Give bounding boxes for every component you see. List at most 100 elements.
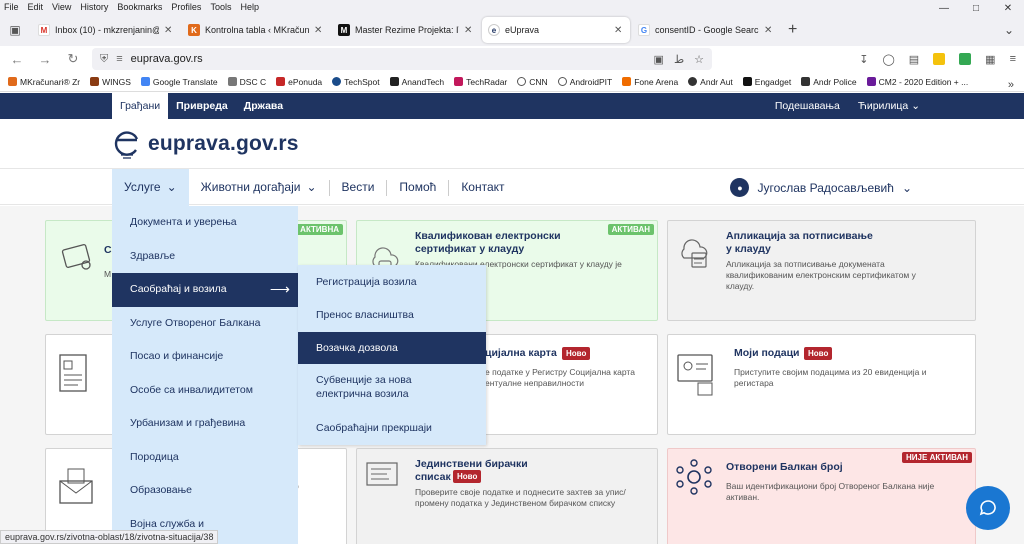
service-card[interactable]: Отворени Балкан број НИЈЕ АКТИВАН Ваш ид… [667, 448, 976, 544]
dropdown-item-health[interactable]: Здравље [112, 240, 298, 274]
settings-link[interactable]: Подешавања [775, 93, 840, 119]
extensions-icon[interactable]: ▦ [985, 53, 995, 66]
dropdown-item-open-balkan[interactable]: Услуге Отвореног Балкана [112, 307, 298, 341]
dropdown-item-traffic[interactable]: Саобраћај и возила ⟶ [112, 273, 298, 307]
bookmark-item[interactable]: MKračunari® Zr [8, 77, 80, 87]
new-tab-icon[interactable]: + [788, 21, 797, 39]
tab-business[interactable]: Привреда [168, 93, 236, 119]
menu-history[interactable]: History [80, 0, 108, 14]
chevron-down-icon[interactable]: ⌄ [1004, 23, 1014, 37]
bookmark-item[interactable]: WINGS [90, 77, 131, 87]
bookmark-item[interactable]: AndroidPIT [557, 77, 612, 87]
bookmark-item[interactable]: Engadget [742, 77, 791, 87]
tab-google[interactable]: G consentID - Google Search ✕ [632, 17, 780, 43]
service-card[interactable]: Јединствени бирачки списак Ново Проверит… [356, 448, 658, 544]
user-menu[interactable]: ● Југослав Радосављевић ⌄ [730, 178, 912, 197]
dropdown-item-family[interactable]: Породица [112, 441, 298, 475]
bookmark-favicon [8, 77, 17, 86]
bookmarks-overflow-icon[interactable]: » [1008, 79, 1014, 91]
service-card[interactable]: Моји подаци Ново Приступите својим подац… [667, 334, 976, 435]
submenu-item-ev-subsidies[interactable]: Субвенције за нова електрична возила [298, 364, 486, 410]
tab-list-icon[interactable]: ▣ [4, 19, 26, 41]
status-badge: АКТИВАН [607, 224, 654, 235]
menu-help[interactable]: Help [240, 0, 259, 14]
close-tab-icon[interactable]: ✕ [614, 25, 624, 36]
status-bar: euprava.gov.rs/zivotna-oblast/18/zivotna… [0, 530, 219, 544]
address-bar[interactable]: ⛨ ≡ euprava.gov.rs ▣ ﻁ ☆ [92, 48, 712, 70]
bookmark-item[interactable]: Andr Police [801, 77, 857, 87]
reload-icon[interactable]: ↻ [64, 51, 82, 67]
tab-bar: ▣ M Inbox (10) - mkzrenjanin@gmail. ✕ K … [0, 14, 1024, 46]
account-icon[interactable]: ◯ [882, 53, 894, 66]
reader-icon[interactable]: ▤ [909, 53, 919, 66]
close-tab-icon[interactable]: ✕ [764, 25, 774, 36]
bookmark-item[interactable]: CM2 - 2020 Edition + ... [866, 77, 968, 87]
bookmark-star-icon[interactable]: ☆ [694, 53, 704, 66]
nav-news[interactable]: Вести [330, 169, 387, 206]
menu-view[interactable]: View [52, 0, 71, 14]
screenshot-icon[interactable]: ▣ [654, 53, 664, 66]
bookmark-item[interactable]: ePonuda [276, 77, 322, 87]
bookmark-item[interactable]: TechSpot [332, 77, 380, 87]
bookmark-item[interactable]: DSC C [227, 77, 266, 87]
tab-master[interactable]: M Master Rezime Projekta: IT Ser | ✕ [332, 17, 480, 43]
bookmark-item[interactable]: AnandTech [389, 77, 444, 87]
bookmark-item[interactable]: CNN [517, 77, 548, 87]
bookmark-item[interactable]: Andr Aut [688, 77, 733, 87]
dropdown-item-documents[interactable]: Документа и уверења [112, 206, 298, 240]
menu-tools[interactable]: Tools [210, 0, 231, 14]
submenu-item-traffic-violations[interactable]: Саобраћајни прекршаји [298, 410, 486, 445]
dropdown-item-urbanism[interactable]: Урбанизам и грађевина [112, 407, 298, 441]
submenu-item-driving-license[interactable]: Возачка дозвола [298, 332, 486, 364]
dropdown-item-education[interactable]: Образовање [112, 474, 298, 508]
url-text[interactable]: euprava.gov.rs [131, 53, 203, 65]
toolbar-right: ↧ ◯ ▤ ▦ ≡ [859, 53, 1016, 66]
dropdown-item-work-finance[interactable]: Посао и финансије [112, 340, 298, 374]
nav-contact[interactable]: Контакт [449, 169, 516, 206]
menu-bookmarks[interactable]: Bookmarks [117, 0, 162, 14]
nav-services[interactable]: Услуге ⌄ [112, 169, 189, 206]
script-switch-link[interactable]: Ћирилица ⌄ [858, 93, 920, 119]
dropdown-item-disability[interactable]: Особе са инвалидитетом [112, 374, 298, 408]
bookmark-favicon [688, 77, 698, 86]
extension-green-icon[interactable] [959, 53, 972, 65]
site-info-icon[interactable]: ≡ [116, 53, 122, 65]
menu-file[interactable]: File [4, 0, 19, 14]
bookmark-item[interactable]: Google Translate [140, 77, 218, 87]
logo-text: euprava.gov.rs [148, 132, 299, 155]
menu-edit[interactable]: Edit [28, 0, 44, 14]
nav-life-events[interactable]: Животни догађаји ⌄ [189, 169, 329, 206]
user-avatar-icon: ● [730, 178, 750, 197]
service-card[interactable]: Апликација за потписивање у клауду Аплик… [667, 220, 976, 321]
nav-help[interactable]: Помоћ [387, 169, 448, 206]
tab-kontrolna[interactable]: K Kontrolna tabla ‹ MKračunari — ✕ [182, 17, 330, 43]
menu-profiles[interactable]: Profiles [171, 0, 201, 14]
back-icon[interactable]: ← [8, 52, 26, 67]
bookmark-favicon [276, 77, 286, 86]
voter-list-icon [366, 462, 398, 486]
app-menu-icon[interactable]: ≡ [1010, 53, 1016, 65]
extension-yellow-icon[interactable] [933, 53, 946, 65]
forward-icon[interactable]: → [36, 52, 54, 67]
card-title-line2: у клауду [726, 243, 771, 255]
chat-button[interactable] [966, 486, 1010, 530]
download-icon[interactable]: ↧ [859, 53, 868, 66]
bookmark-item[interactable]: TechRadar [454, 77, 507, 87]
bookmark-item[interactable]: Fone Arena [622, 77, 678, 87]
translate-icon[interactable]: ﻁ [674, 53, 684, 66]
tab-euprava[interactable]: e eUprava ✕ [482, 17, 630, 43]
tab-state[interactable]: Држава [236, 93, 291, 119]
card-description-line2: ентуалне неправилности [485, 378, 585, 388]
submenu-item-vehicle-registration[interactable]: Регистрација возила [298, 265, 486, 298]
shield-icon[interactable]: ⛨ [100, 53, 108, 66]
chat-bubble-icon [979, 500, 996, 516]
close-tab-icon[interactable]: ✕ [464, 25, 474, 36]
tab-citizens[interactable]: Грађани [112, 93, 169, 119]
network-icon [676, 459, 712, 495]
close-tab-icon[interactable]: ✕ [164, 25, 174, 36]
cloud-signing-icon [681, 239, 708, 268]
close-tab-icon[interactable]: ✕ [314, 25, 324, 36]
tab-gmail[interactable]: M Inbox (10) - mkzrenjanin@gmail. ✕ [32, 17, 180, 43]
submenu-item-ownership-transfer[interactable]: Пренос власништва [298, 298, 486, 332]
site-logo[interactable]: euprava.gov.rs [112, 124, 299, 164]
